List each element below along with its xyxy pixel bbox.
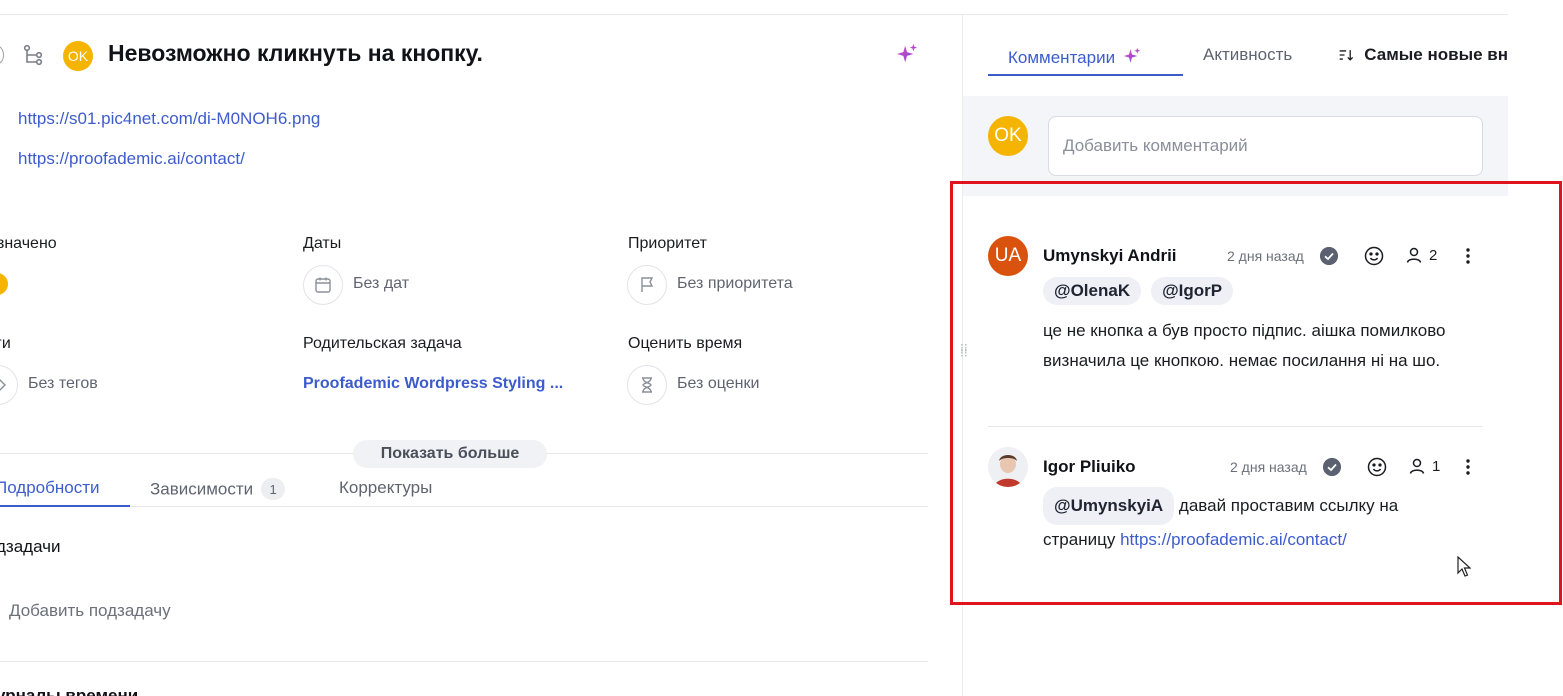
page-title[interactable]: Невозможно кликнуть на кнопку.: [108, 40, 483, 67]
comment-input[interactable]: [1048, 116, 1483, 176]
ai-sparkle-icon[interactable]: [896, 43, 918, 65]
active-tab-indicator: [988, 74, 1183, 76]
sort-icon: [1339, 50, 1354, 61]
add-subtask-button[interactable]: Добавить подзадачу: [9, 601, 171, 621]
priority-value[interactable]: Без приоритета: [677, 275, 793, 293]
assigned-label: значено: [0, 235, 57, 252]
top-border: [0, 14, 1508, 15]
parent-task-label: Родительская задача: [303, 335, 462, 352]
parent-task-link[interactable]: Proofademic Wordpress Styling ...: [303, 375, 563, 393]
description-link[interactable]: https://s01.pic4net.com/di-M0NOH6.png: [18, 109, 320, 129]
tags-value[interactable]: Без тегов: [28, 375, 98, 393]
tab-activity[interactable]: Активность: [1203, 45, 1292, 65]
flag-icon[interactable]: [627, 265, 667, 305]
tag-icon[interactable]: [0, 365, 18, 405]
subtasks-heading: дзадачи: [0, 537, 61, 556]
dates-label: Даты: [303, 235, 342, 252]
tab-comments[interactable]: Комментарии: [1008, 47, 1141, 68]
detail-tabs: Подробности Зависимости 1 Корректуры: [0, 472, 928, 507]
tab-proofing[interactable]: Корректуры: [339, 478, 432, 498]
estimate-value[interactable]: Без оценки: [677, 375, 759, 393]
calendar-icon[interactable]: [303, 265, 343, 305]
divider: [0, 661, 928, 662]
show-more-button[interactable]: Показать больше: [353, 440, 547, 468]
mouse-cursor-icon: [1457, 556, 1471, 577]
dates-value[interactable]: Без дат: [353, 275, 409, 293]
task-panel: OK Невозможно кликнуть на кнопку. https:…: [0, 0, 962, 696]
avatar[interactable]: OK: [63, 41, 93, 71]
tags-label: ги: [0, 335, 11, 352]
hourglass-icon[interactable]: [627, 365, 667, 405]
subtask-tree-icon[interactable]: [22, 44, 44, 66]
tab-dependencies[interactable]: Зависимости 1: [150, 478, 286, 500]
time-tracking-heading: урналы времени: [0, 686, 139, 696]
tab-details[interactable]: Подробности: [0, 478, 100, 498]
sort-label: Самые новые вн: [1364, 45, 1508, 64]
ai-sparkle-icon: [1123, 47, 1141, 63]
tab-dependencies-label: Зависимости: [150, 479, 254, 499]
assignee-avatar[interactable]: [0, 273, 8, 295]
sort-dropdown[interactable]: Самые новые вн: [1338, 45, 1508, 65]
estimate-label: Оценить время: [628, 335, 743, 352]
priority-label: Приоритет: [628, 235, 707, 252]
description-link[interactable]: https://proofademic.ai/contact/: [18, 149, 245, 169]
status-circle-icon[interactable]: [0, 45, 4, 65]
highlight-box: [950, 181, 1562, 605]
tab-comments-label: Комментарии: [1008, 48, 1116, 67]
active-tab-indicator: [0, 505, 130, 507]
count-badge: 1: [261, 478, 286, 500]
avatar[interactable]: OK: [988, 116, 1028, 156]
